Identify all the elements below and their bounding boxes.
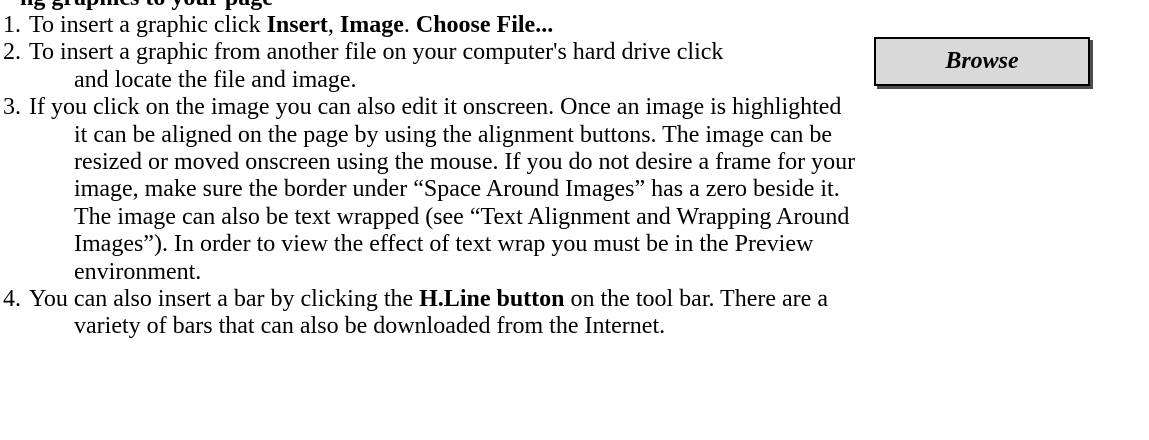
text-run: You can also insert a bar by clicking th… <box>29 286 420 312</box>
list-item-line: variety of bars that can also be downloa… <box>74 313 665 340</box>
bold-term: Choose File... <box>415 12 554 38</box>
list-item-line: it can be aligned on the page by using t… <box>74 122 832 149</box>
list-number: 2. <box>3 39 21 66</box>
browse-button[interactable]: Browse <box>874 37 1090 86</box>
list-item-line: Images”). In order to view the effect of… <box>74 231 813 258</box>
text-run: If you click on the image you can also e… <box>29 94 842 121</box>
text-run: , <box>327 12 340 38</box>
text-run: image, make sure the border under “Space… <box>74 176 840 203</box>
list-item-line: To insert a graphic click Insert, Image.… <box>29 12 553 39</box>
text-run: resized or moved onscreen using the mous… <box>74 149 856 175</box>
text-run: . <box>403 12 416 38</box>
list-number: 4. <box>3 286 21 312</box>
bold-term: Image <box>339 12 404 38</box>
bold-term: H.Line button <box>419 286 565 312</box>
list-number: 3. <box>3 94 21 121</box>
list-item-line: You can also insert a bar by clicking th… <box>29 286 828 313</box>
text-run: on the tool bar. There are a <box>564 286 828 312</box>
text-run: and locate the file and image. <box>74 66 357 93</box>
text-run: To insert a graphic from another file on… <box>29 39 724 66</box>
text-run: variety of bars that can also be downloa… <box>74 313 666 340</box>
list-number: 1. <box>3 12 21 38</box>
text-run: it can be aligned on the page by using t… <box>74 121 833 148</box>
list-item-line: If you click on the image you can also e… <box>29 94 841 121</box>
list-item-line: image, make sure the border under “Space… <box>74 176 840 203</box>
section-title: ng graphics to your page <box>20 0 273 12</box>
list-item-line: The image can also be text wrapped (see … <box>74 204 849 231</box>
list-item-line: and locate the file and image. <box>74 67 357 94</box>
list-item-line: resized or moved onscreen using the mous… <box>74 149 855 176</box>
list-item-line: environment. <box>74 259 201 286</box>
text-run: environment. <box>74 258 202 285</box>
bold-term: Insert <box>266 12 328 38</box>
text-run: Images”). In order to view the effect of… <box>74 231 814 258</box>
text-run: To insert a graphic click <box>29 12 267 38</box>
list-item-line: To insert a graphic from another file on… <box>29 39 723 66</box>
text-run: The image can also be text wrapped (see … <box>74 203 850 230</box>
